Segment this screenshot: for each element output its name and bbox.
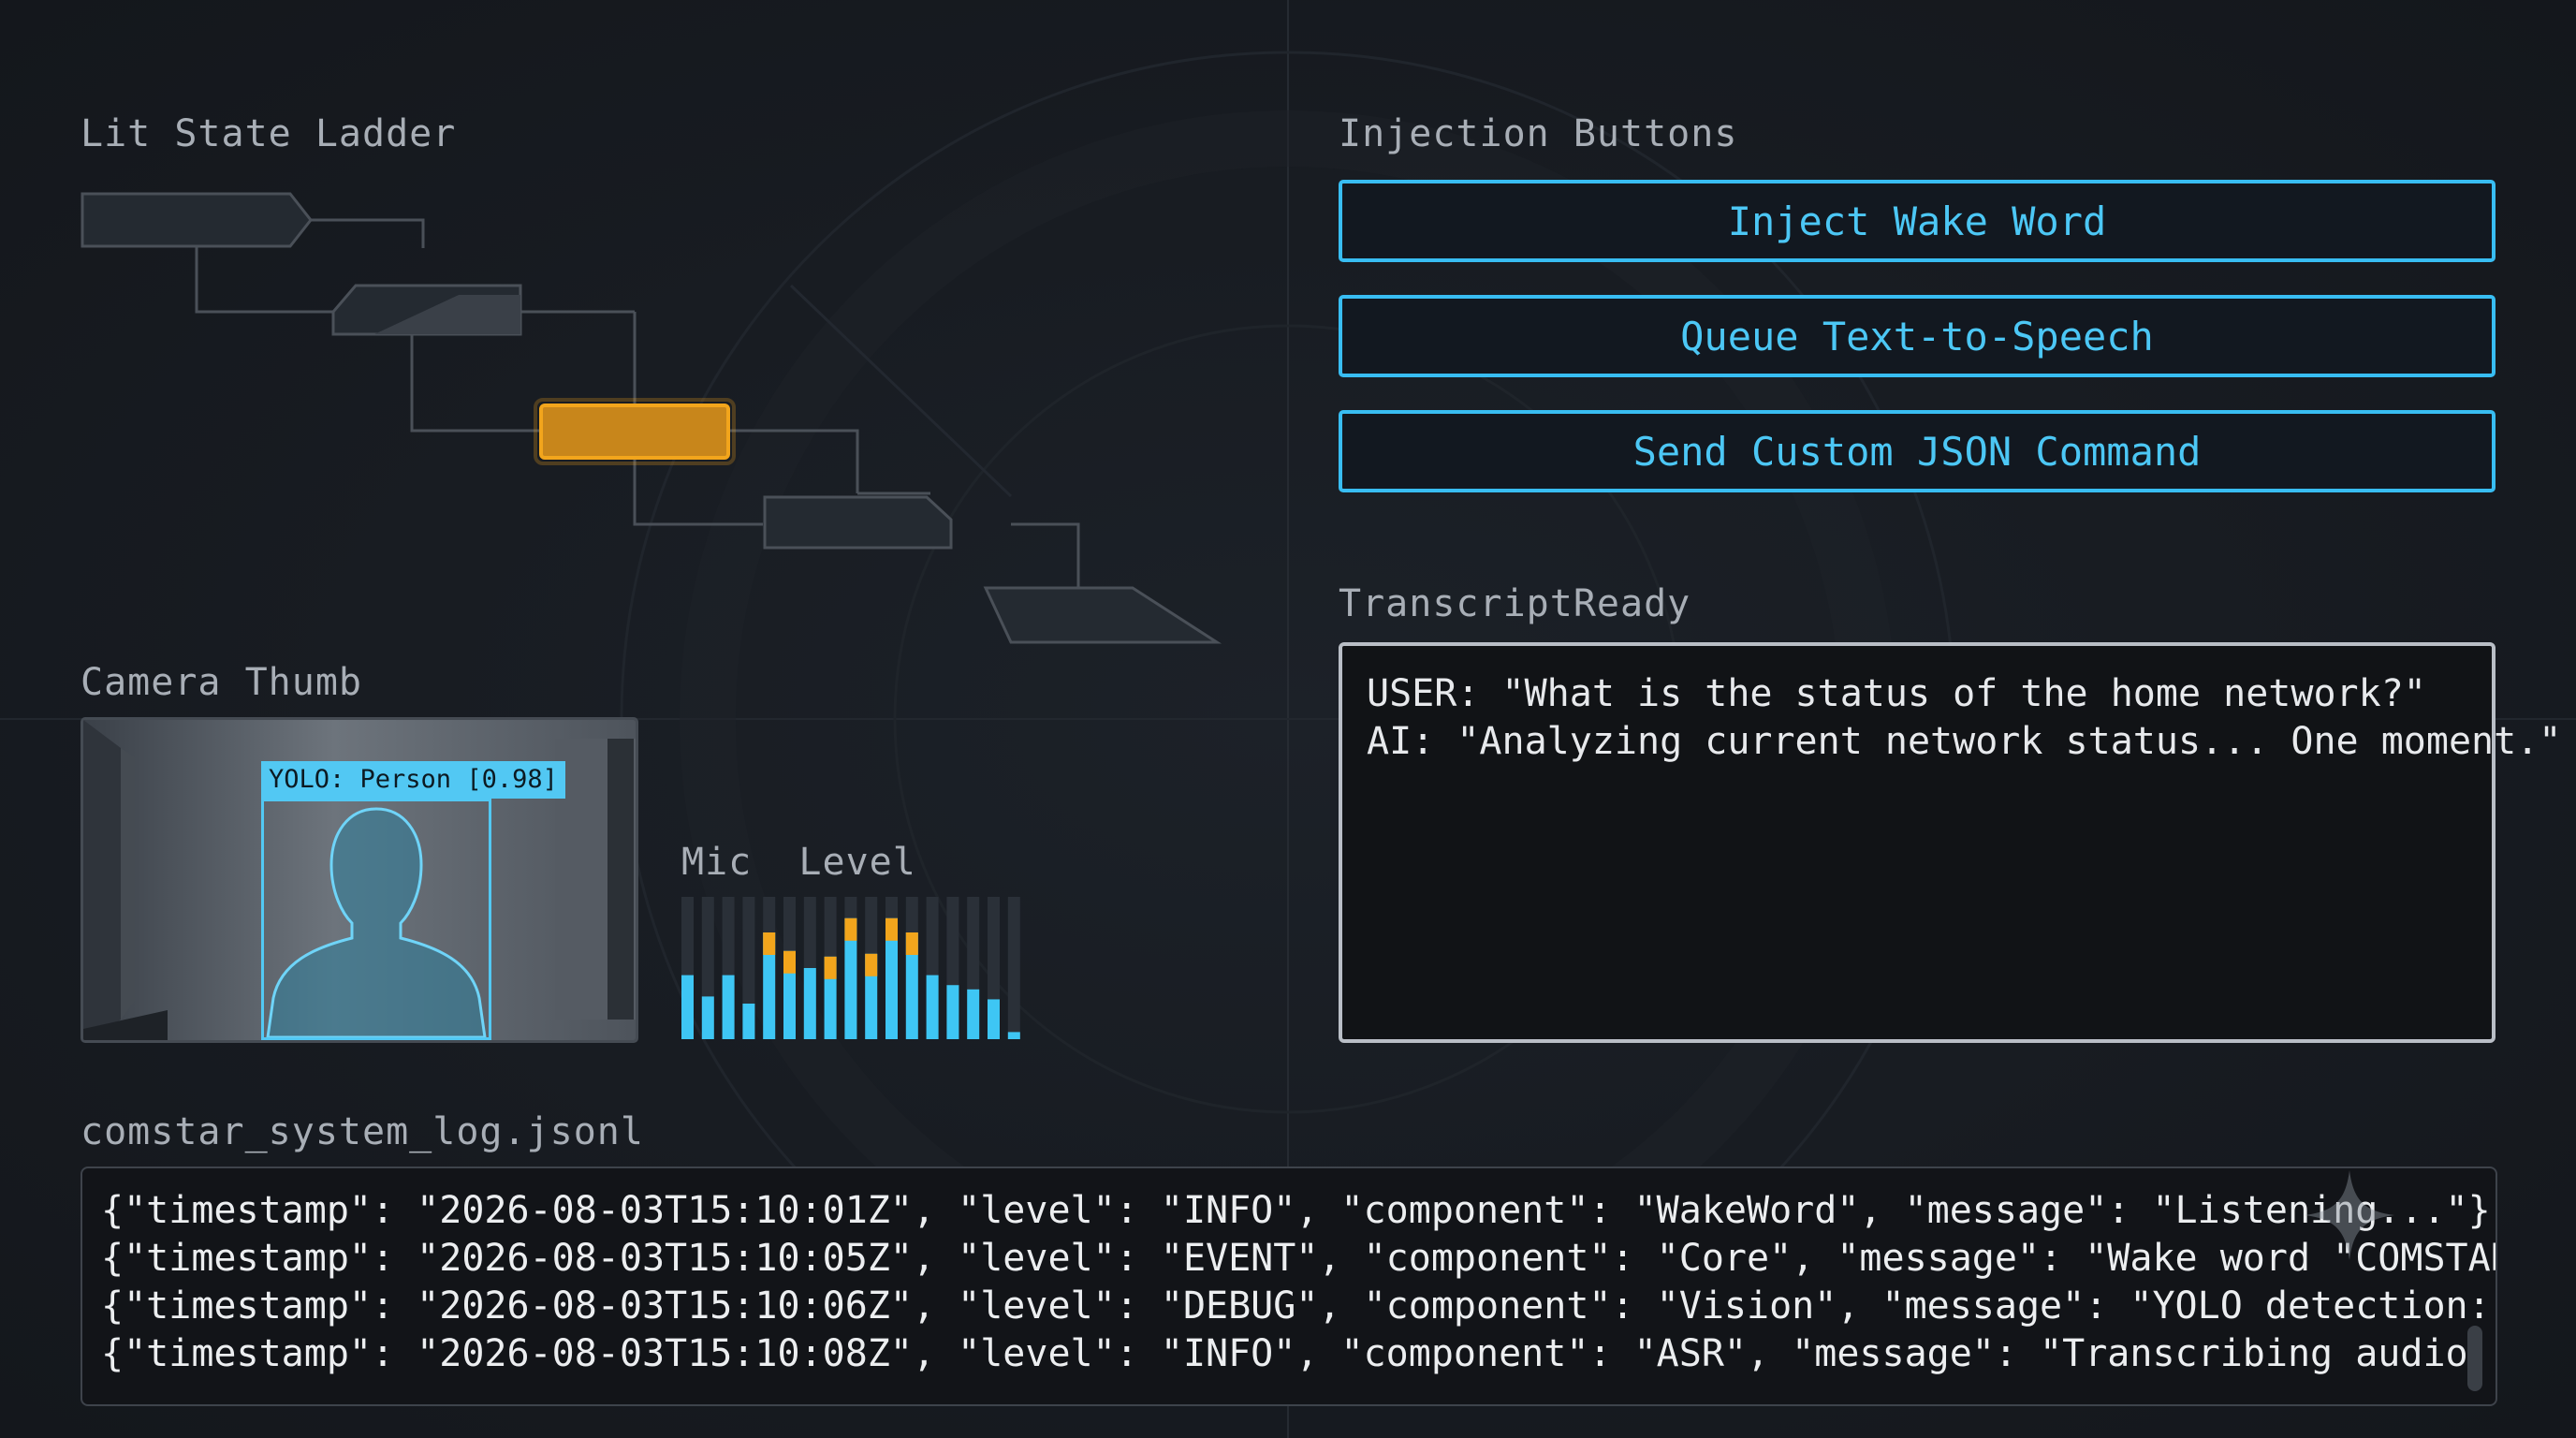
send-json-command-button[interactable]: Send Custom JSON Command — [1339, 410, 2496, 492]
mic-peak-cap — [865, 953, 878, 976]
ladder-title: Lit State Ladder — [80, 112, 457, 155]
transcript-panel: USER: "What is the status of the home ne… — [1339, 642, 2562, 1043]
camera-thumbnail[interactable]: YOLO: Person [0.98] — [80, 717, 638, 1043]
ladder-step-5 — [983, 586, 1222, 644]
ladder-step-3-active — [539, 404, 730, 460]
mic-level-bar — [988, 999, 1000, 1039]
log-title: comstar_system_log.jsonl — [80, 1110, 644, 1153]
mic-peak-cap — [886, 917, 898, 941]
mic-peak-cap — [844, 917, 857, 941]
mic-level-bar — [946, 985, 959, 1039]
system-log-panel[interactable]: {"timestamp": "2026-08-03T15:10:01Z", "l… — [80, 1167, 2497, 1406]
injection-title: Injection Buttons — [1339, 112, 1738, 155]
mic-level-meter — [681, 897, 1020, 1039]
mic-bar-track — [1007, 897, 1020, 1039]
mic-level-bar — [742, 1004, 755, 1039]
mic-level-bar — [803, 968, 816, 1039]
mic-peak-cap — [783, 950, 796, 974]
yolo-detection-label: YOLO: Person [0.98] — [261, 761, 565, 799]
queue-tts-button[interactable]: Queue Text-to-Speech — [1339, 295, 2496, 377]
mic-level-bar — [926, 975, 939, 1039]
log-line: {"timestamp": "2026-08-03T15:10:05Z", "l… — [101, 1237, 2496, 1280]
mic-level-bar — [701, 996, 714, 1039]
transcript-title: TranscriptReady — [1339, 582, 1691, 625]
log-line: {"timestamp": "2026-08-03T15:10:08Z", "l… — [101, 1332, 2497, 1375]
sparkle-icon — [2305, 1170, 2394, 1260]
inject-wake-word-button[interactable]: Inject Wake Word — [1339, 180, 2496, 262]
transcript-user-line: USER: "What is the status of the home ne… — [1367, 672, 2426, 715]
ladder-step-1 — [80, 192, 313, 248]
mic-peak-cap — [824, 956, 837, 979]
log-line: {"timestamp": "2026-08-03T15:10:06Z", "l… — [101, 1284, 2497, 1328]
transcript-ai-line: AI: "Analyzing current network status...… — [1367, 720, 2562, 763]
mic-level-bar — [1007, 1032, 1020, 1039]
ladder-step-4 — [763, 495, 953, 550]
mic-level-bar — [967, 989, 980, 1039]
mic-peak-cap — [763, 932, 776, 955]
mic-level-bar — [681, 975, 694, 1039]
log-line: {"timestamp": "2026-08-03T15:10:01Z", "l… — [101, 1189, 2491, 1232]
camera-title: Camera Thumb — [80, 661, 362, 704]
mic-peak-cap — [905, 932, 918, 955]
state-ladder — [80, 192, 1222, 644]
mic-title: Mic Level — [681, 841, 916, 884]
person-silhouette-icon — [266, 807, 487, 1039]
log-scrollbar[interactable] — [2467, 1326, 2482, 1391]
detection-bounding-box — [261, 799, 491, 1040]
mic-level-bar — [722, 975, 735, 1039]
